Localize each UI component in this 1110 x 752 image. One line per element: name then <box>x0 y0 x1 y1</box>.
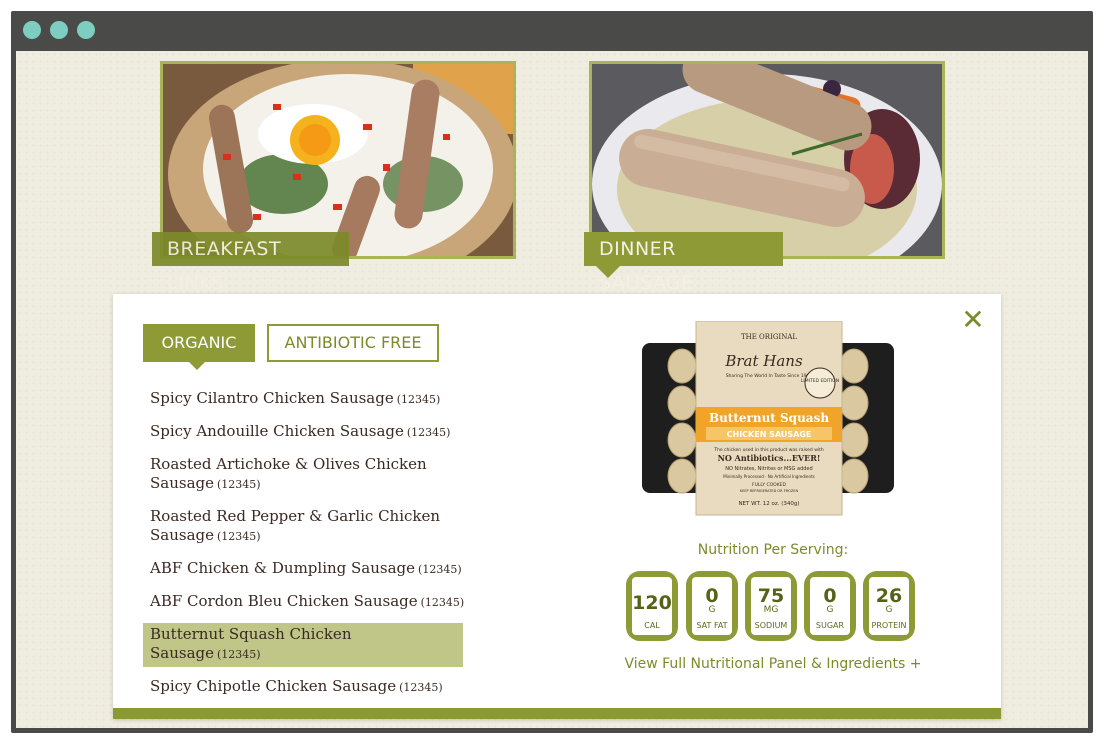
nutrition-value: 0 <box>823 585 837 607</box>
page-content: BREAKFAST LINKS DINNER SAUSAGE ✕ ORGANIC… <box>16 51 1088 728</box>
package-kind: CHICKEN SAUSAGE <box>727 430 812 439</box>
product-code: (12345) <box>420 596 465 609</box>
breakfast-photo <box>163 64 513 256</box>
window-titlebar <box>11 11 1093 51</box>
nutrition-unit: MG <box>763 605 779 615</box>
nutrition-badges: 120 CAL 0 G SAT FAT 75 MG SODIUM 0 G SUG… <box>626 571 926 643</box>
nutrition-value: 120 <box>632 592 672 614</box>
window-control-dot[interactable] <box>50 21 68 39</box>
close-icon[interactable]: ✕ <box>961 306 985 334</box>
filter-antibiotic-free-button[interactable]: ANTIBIOTIC FREE <box>267 324 439 362</box>
product-code: (12345) <box>217 530 261 543</box>
nutrition-unit: G <box>826 605 834 615</box>
product-item[interactable]: Roasted Red Pepper & Garlic Chicken Saus… <box>143 505 473 549</box>
nutrition-label: CAL <box>644 621 660 630</box>
dinner-sausage-tile[interactable] <box>589 61 945 259</box>
product-item[interactable]: Spicy Cilantro Chicken Sausage (12345) <box>143 387 473 412</box>
package-claim2: NO Nitrates, Nitrites or MSG added <box>725 466 812 472</box>
package-cooked: FULLY COOKED <box>752 482 786 488</box>
package-keep: KEEP REFRIGERATED OR FROZEN <box>740 489 799 493</box>
product-name: ABF Chicken & Dumpling Sausage <box>150 559 416 577</box>
package-edition: LIMITED EDITION <box>801 378 839 384</box>
dinner-sausage-label[interactable]: DINNER SAUSAGE <box>584 232 783 294</box>
package-claim: NO Antibiotics...EVER! <box>718 453 821 463</box>
product-item[interactable]: Spicy Andouille Chicken Sausage (12345) <box>143 420 473 445</box>
product-name: Roasted Artichoke & Olives Chicken Sausa… <box>150 455 427 492</box>
nutrition-unit: G <box>885 605 893 615</box>
product-item[interactable]: Spicy Chipotle Chicken Sausage (12345) <box>143 675 473 700</box>
breakfast-links-tile[interactable] <box>160 61 516 259</box>
nutrition-badge-sodium: 75 MG SODIUM <box>745 571 797 641</box>
product-code: (12345) <box>406 426 451 439</box>
dinner-photo <box>592 64 942 256</box>
nutrition-badge-sugar: 0 G SUGAR <box>804 571 856 641</box>
product-name: Spicy Cilantro Chicken Sausage <box>150 389 394 407</box>
product-code: (12345) <box>396 393 441 406</box>
nutrition-unit: G <box>708 605 716 615</box>
nutrition-value: 75 <box>757 585 785 607</box>
product-name: Spicy Andouille Chicken Sausage <box>150 422 404 440</box>
browser-window: BREAKFAST LINKS DINNER SAUSAGE ✕ ORGANIC… <box>11 11 1093 733</box>
product-name: ABF Cordon Bleu Chicken Sausage <box>150 592 418 610</box>
nutrition-value: 0 <box>705 585 719 607</box>
nutrition-badge-calories: 120 CAL <box>626 571 678 641</box>
nutrition-title: Nutrition Per Serving: <box>697 542 849 558</box>
product-list: Spicy Cilantro Chicken Sausage (12345) Sp… <box>143 387 473 708</box>
nutrition-label: SODIUM <box>754 621 788 630</box>
nutrition-badge-sat-fat: 0 G SAT FAT <box>686 571 738 641</box>
package-tagline: Sharing The World In Taste Since 1969 <box>726 373 813 379</box>
nutrition-label: PROTEIN <box>871 621 907 630</box>
product-name: Spicy Chipotle Chicken Sausage <box>150 677 397 695</box>
package-brand-top: THE ORIGINAL <box>741 333 797 341</box>
product-item-selected[interactable]: Butternut Squash Chicken Sausage (12345) <box>143 623 463 667</box>
product-item[interactable]: Roasted Artichoke & Olives Chicken Sausa… <box>143 453 473 497</box>
product-panel: ✕ ORGANIC ANTIBIOTIC FREE Spicy Cilantro… <box>113 294 1001 719</box>
package-flavor: Butternut Squash <box>709 411 829 425</box>
nutrition-label: SAT FAT <box>696 621 728 630</box>
view-full-nutrition-link[interactable]: View Full Nutritional Panel & Ingredient… <box>623 656 923 672</box>
nutrition-label: SUGAR <box>815 621 845 630</box>
package-note: Minimally Processed · No Artificial Ingr… <box>723 474 814 479</box>
product-name: Roasted Red Pepper & Garlic Chicken Saus… <box>150 507 441 544</box>
product-item[interactable]: ABF Chicken & Dumpling Sausage (12345) <box>143 557 473 582</box>
filter-organic-button[interactable]: ORGANIC <box>143 324 255 370</box>
breakfast-links-label[interactable]: BREAKFAST LINKS <box>152 232 349 294</box>
nutrition-value: 26 <box>875 585 903 607</box>
product-code: (12345) <box>217 648 261 661</box>
selected-category-pointer <box>596 266 620 278</box>
product-code: (12345) <box>217 478 261 491</box>
nutrition-badge-protein: 26 G PROTEIN <box>863 571 915 641</box>
product-code: (12345) <box>418 563 462 576</box>
product-code: (12345) <box>399 681 443 694</box>
product-package-image: THE ORIGINAL Brat Hans Sharing The World… <box>642 321 894 516</box>
package-brand: Brat Hans <box>724 352 803 370</box>
window-control-dot[interactable] <box>23 21 41 39</box>
window-control-dot[interactable] <box>77 21 95 39</box>
panel-bottom-stripe <box>113 708 1001 719</box>
product-item[interactable]: ABF Cordon Bleu Chicken Sausage (12345) <box>143 590 473 615</box>
package-weight: NET WT. 12 oz. (340g) <box>738 501 799 507</box>
